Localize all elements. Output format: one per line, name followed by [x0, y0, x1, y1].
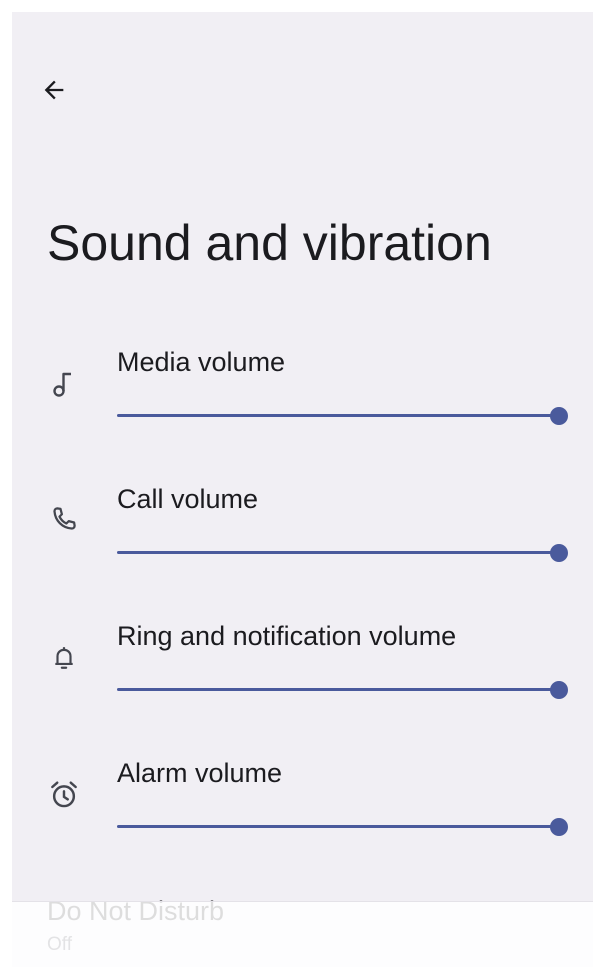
ring-notification-volume-row: Ring and notification volume: [12, 620, 593, 730]
media-volume-slider[interactable]: [117, 405, 568, 427]
do-not-disturb-item[interactable]: Do Not Disturb Off: [12, 890, 593, 967]
phone-icon: [48, 503, 80, 535]
ring-notification-volume-slider[interactable]: [117, 679, 568, 701]
call-volume-slider[interactable]: [117, 542, 568, 564]
media-volume-row: Media volume: [12, 346, 593, 456]
alarm-volume-slider[interactable]: [117, 816, 568, 838]
call-volume-label: Call volume: [117, 484, 259, 514]
arrow-back-icon: [44, 80, 64, 100]
slider-thumb[interactable]: [550, 818, 568, 836]
slider-track: [117, 414, 559, 417]
call-volume-row: Call volume: [12, 483, 593, 593]
slider-track: [117, 825, 559, 828]
media-volume-label: Media volume: [117, 347, 286, 377]
slider-thumb[interactable]: [550, 681, 568, 699]
do-not-disturb-title: Do Not Disturb: [47, 896, 225, 926]
slider-track: [117, 688, 559, 691]
slider-thumb[interactable]: [550, 407, 568, 425]
alarm-clock-icon: [48, 779, 80, 811]
settings-screen: Sound and vibration Media volume Call vo…: [12, 12, 593, 967]
music-note-icon: [48, 368, 80, 400]
page-title: Sound and vibration: [47, 215, 492, 271]
ring-notification-volume-label: Ring and notification volume: [117, 621, 457, 651]
slider-thumb[interactable]: [550, 544, 568, 562]
slider-track: [117, 551, 559, 554]
alarm-volume-label: Alarm volume: [117, 758, 283, 788]
do-not-disturb-summary: Off: [47, 934, 72, 955]
bell-icon: [48, 642, 80, 674]
alarm-volume-row: Alarm volume: [12, 757, 593, 867]
back-button[interactable]: [32, 68, 76, 112]
